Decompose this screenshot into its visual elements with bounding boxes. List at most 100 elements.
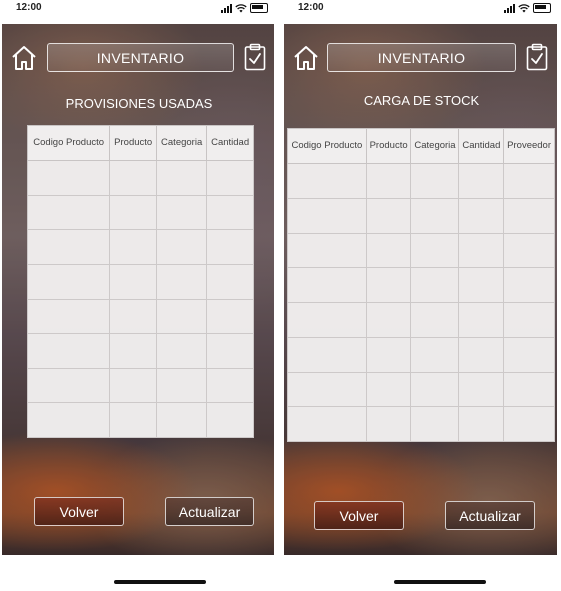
table-cell[interactable] xyxy=(365,197,412,234)
table-cell[interactable] xyxy=(503,406,555,442)
table-row[interactable] xyxy=(26,402,254,438)
table-cell[interactable] xyxy=(365,371,412,408)
table-cell[interactable] xyxy=(365,406,412,442)
table-cell[interactable] xyxy=(206,263,254,300)
table-cell[interactable] xyxy=(26,367,111,404)
table-cell[interactable] xyxy=(287,267,367,303)
table-cell[interactable] xyxy=(365,163,412,199)
table-cell[interactable] xyxy=(458,371,505,408)
table-cell[interactable] xyxy=(109,367,158,404)
table-cell[interactable] xyxy=(503,232,555,269)
table-cell[interactable] xyxy=(410,336,460,373)
clipboard-check-icon[interactable] xyxy=(244,43,266,71)
table-cell[interactable] xyxy=(206,229,254,265)
table-row[interactable] xyxy=(287,336,555,373)
table-cell[interactable] xyxy=(109,229,158,265)
table-cell[interactable] xyxy=(503,267,555,303)
table-row[interactable] xyxy=(287,371,555,408)
table-cell[interactable] xyxy=(109,298,158,335)
clipboard-check-icon[interactable] xyxy=(526,43,548,71)
table-cell[interactable] xyxy=(109,160,158,196)
table-row[interactable] xyxy=(26,263,254,300)
table-row[interactable] xyxy=(287,163,555,199)
table-row[interactable] xyxy=(287,232,555,269)
table-row[interactable] xyxy=(287,267,555,303)
table-cell[interactable] xyxy=(287,302,367,338)
table-cell[interactable] xyxy=(458,336,505,373)
table-row[interactable] xyxy=(26,194,254,231)
table-cell[interactable] xyxy=(287,406,367,442)
back-button[interactable]: Volver xyxy=(314,501,404,530)
table-cell[interactable] xyxy=(410,267,460,303)
table-cell[interactable] xyxy=(458,163,505,199)
home-icon[interactable] xyxy=(293,45,319,71)
table-cell[interactable] xyxy=(410,371,460,408)
table-cell[interactable] xyxy=(26,333,111,369)
table-cell[interactable] xyxy=(156,263,208,300)
table-cell[interactable] xyxy=(287,163,367,199)
table-cell[interactable] xyxy=(410,302,460,338)
table-cell[interactable] xyxy=(206,194,254,231)
table-cell[interactable] xyxy=(458,406,505,442)
table-row[interactable] xyxy=(287,406,555,442)
table-cell[interactable] xyxy=(206,402,254,438)
table-cell[interactable] xyxy=(458,197,505,234)
table-row[interactable] xyxy=(287,197,555,234)
table-row[interactable] xyxy=(287,302,555,338)
table-cell[interactable] xyxy=(206,333,254,369)
update-button[interactable]: Actualizar xyxy=(445,501,535,530)
table-cell[interactable] xyxy=(156,333,208,369)
home-indicator[interactable] xyxy=(114,580,206,584)
table-cell[interactable] xyxy=(156,298,208,335)
table-cell[interactable] xyxy=(287,336,367,373)
home-indicator[interactable] xyxy=(394,580,486,584)
table-cell[interactable] xyxy=(365,267,412,303)
table-cell[interactable] xyxy=(26,160,111,196)
table-cell[interactable] xyxy=(109,263,158,300)
table-cell[interactable] xyxy=(156,402,208,438)
table-cell[interactable] xyxy=(26,298,111,335)
table-cell[interactable] xyxy=(156,229,208,265)
table-cell[interactable] xyxy=(503,371,555,408)
table-row[interactable] xyxy=(26,298,254,335)
column-header: Cantidad xyxy=(206,125,254,161)
table-cell[interactable] xyxy=(26,402,111,438)
table-cell[interactable] xyxy=(503,302,555,338)
table-cell[interactable] xyxy=(287,197,367,234)
table-cell[interactable] xyxy=(26,194,111,231)
table-row[interactable] xyxy=(26,229,254,265)
table-cell[interactable] xyxy=(410,163,460,199)
table-cell[interactable] xyxy=(26,229,111,265)
table-cell[interactable] xyxy=(365,302,412,338)
table-cell[interactable] xyxy=(365,336,412,373)
update-button[interactable]: Actualizar xyxy=(165,497,254,526)
table-cell[interactable] xyxy=(26,263,111,300)
table-cell[interactable] xyxy=(109,402,158,438)
data-table: Codigo Producto Producto Categoria Canti… xyxy=(287,128,555,442)
back-button[interactable]: Volver xyxy=(34,497,124,526)
table-row[interactable] xyxy=(26,367,254,404)
table-cell[interactable] xyxy=(458,267,505,303)
table-cell[interactable] xyxy=(458,232,505,269)
table-cell[interactable] xyxy=(458,302,505,338)
table-row[interactable] xyxy=(26,333,254,369)
table-cell[interactable] xyxy=(287,371,367,408)
table-cell[interactable] xyxy=(156,160,208,196)
table-cell[interactable] xyxy=(206,298,254,335)
table-cell[interactable] xyxy=(410,406,460,442)
table-cell[interactable] xyxy=(365,232,412,269)
home-icon[interactable] xyxy=(11,45,37,71)
table-cell[interactable] xyxy=(410,232,460,269)
table-cell[interactable] xyxy=(109,194,158,231)
table-cell[interactable] xyxy=(287,232,367,269)
table-cell[interactable] xyxy=(503,197,555,234)
table-cell[interactable] xyxy=(206,160,254,196)
table-cell[interactable] xyxy=(410,197,460,234)
table-row[interactable] xyxy=(26,160,254,196)
table-cell[interactable] xyxy=(503,163,555,199)
table-cell[interactable] xyxy=(206,367,254,404)
table-cell[interactable] xyxy=(109,333,158,369)
table-cell[interactable] xyxy=(156,367,208,404)
table-cell[interactable] xyxy=(503,336,555,373)
table-cell[interactable] xyxy=(156,194,208,231)
